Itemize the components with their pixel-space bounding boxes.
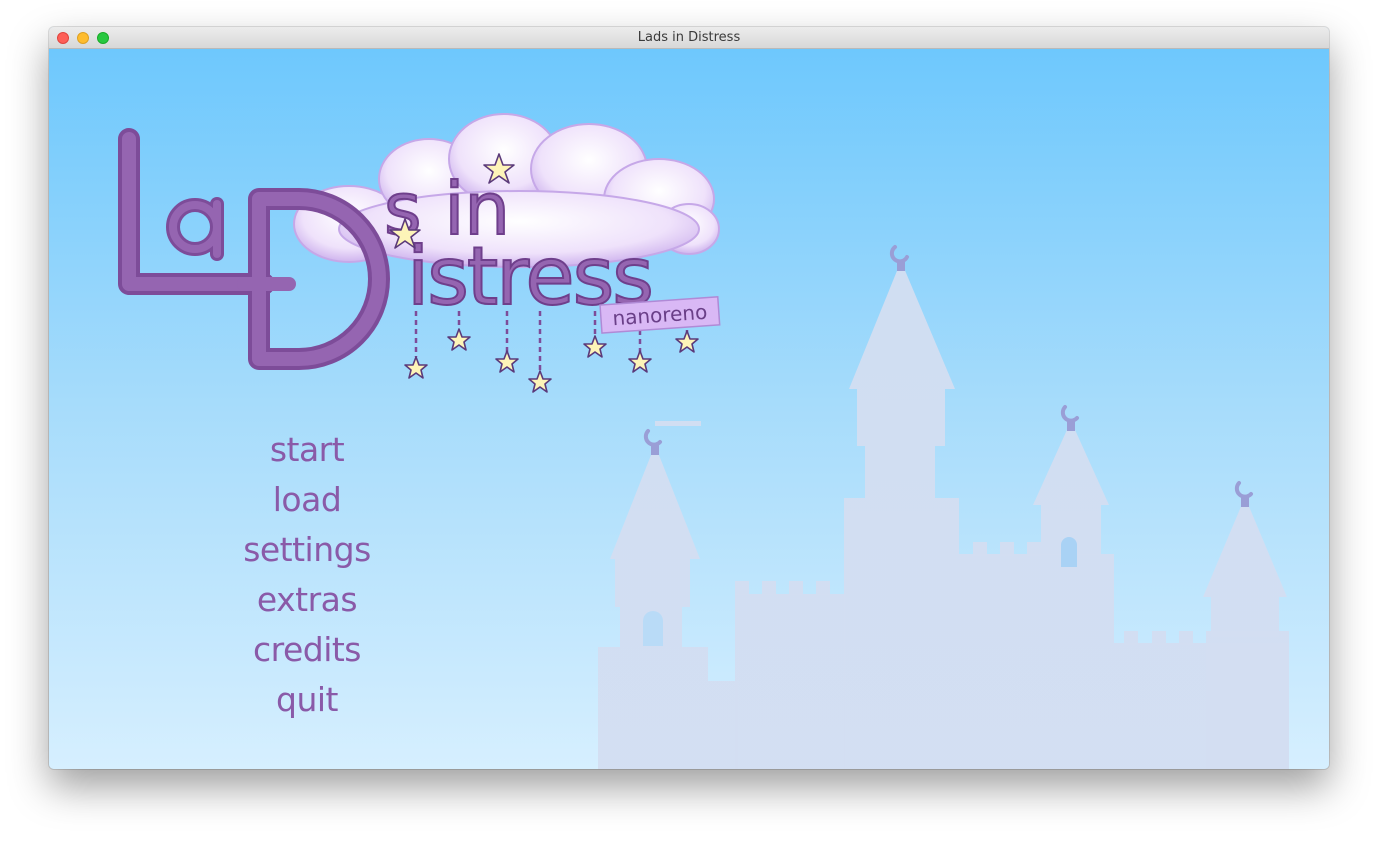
star-icon	[404, 356, 428, 379]
star-icon	[628, 350, 652, 373]
window-title: Lads in Distress	[637, 30, 741, 45]
extras-button[interactable]: extras	[227, 575, 387, 625]
main-menu: start load settings extras credits quit	[227, 425, 387, 725]
credits-button[interactable]: credits	[227, 625, 387, 675]
load-button[interactable]: load	[227, 475, 387, 525]
logo-letter-a	[166, 197, 224, 261]
main-menu-screen: s in istress nanoreno start load setting…	[49, 49, 1329, 769]
game-window: Lads in Distress s in istress nanoreno s…	[49, 27, 1329, 769]
star-icon	[675, 330, 699, 353]
settings-button[interactable]: settings	[227, 525, 387, 575]
start-button[interactable]: start	[227, 425, 387, 475]
quit-button[interactable]: quit	[227, 675, 387, 725]
star-icon	[447, 328, 471, 351]
star-icon	[495, 350, 519, 373]
star-icon	[583, 335, 607, 358]
title-bar[interactable]: Lads in Distress	[49, 27, 1329, 49]
star-icon	[528, 370, 552, 393]
